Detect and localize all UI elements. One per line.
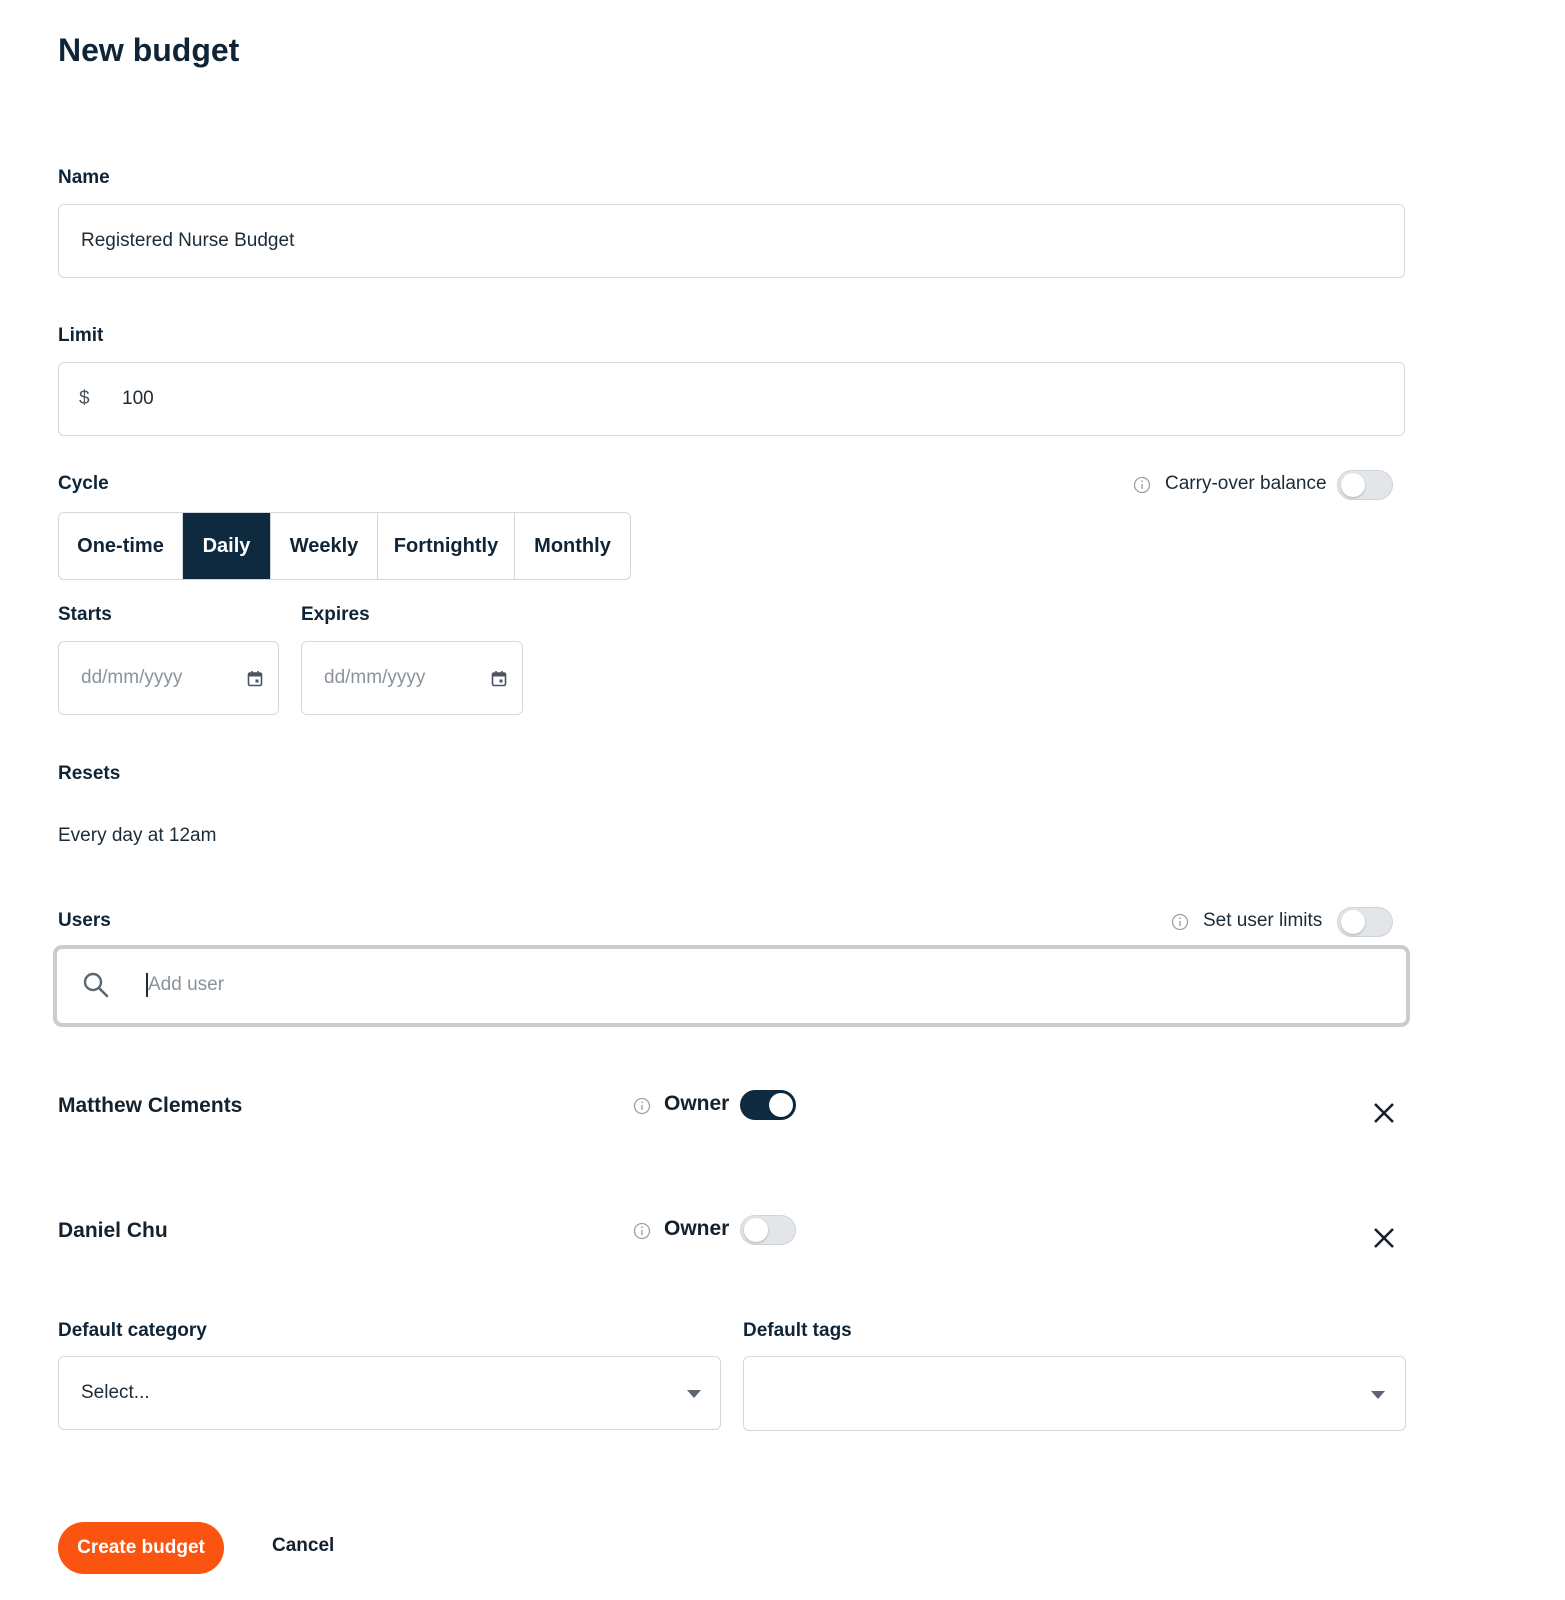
caret-down-icon xyxy=(687,1390,701,1398)
name-label: Name xyxy=(58,167,110,188)
name-input-value: Registered Nurse Budget xyxy=(81,230,295,251)
close-icon[interactable] xyxy=(1372,1226,1396,1250)
cycle-option-fortnightly[interactable]: Fortnightly xyxy=(378,513,515,579)
set-user-limits-label: Set user limits xyxy=(1203,910,1323,931)
carry-over-label: Carry-over balance xyxy=(1165,473,1327,494)
info-icon[interactable] xyxy=(633,1097,651,1115)
owner-label: Owner xyxy=(664,1217,730,1240)
user-search-placeholder: Add user xyxy=(148,974,225,995)
cycle-option-one-time[interactable]: One-time xyxy=(59,513,183,579)
starts-placeholder: dd/mm/yyyy xyxy=(81,667,183,688)
toggle-knob xyxy=(1341,473,1365,497)
user-name: Matthew Clements xyxy=(58,1094,243,1117)
cancel-button[interactable]: Cancel xyxy=(272,1535,334,1557)
default-tags-label: Default tags xyxy=(743,1320,852,1341)
info-icon[interactable] xyxy=(633,1222,651,1240)
expires-label: Expires xyxy=(301,604,370,625)
expires-date-input[interactable]: dd/mm/yyyy xyxy=(301,641,523,715)
caret-down-icon xyxy=(1371,1391,1385,1399)
cycle-option-weekly[interactable]: Weekly xyxy=(271,513,378,579)
cycle-option-daily[interactable]: Daily xyxy=(183,513,271,579)
currency-symbol: $ xyxy=(79,388,90,409)
starts-date-input[interactable]: dd/mm/yyyy xyxy=(58,641,279,715)
default-category-value: Select... xyxy=(81,1382,150,1403)
info-icon[interactable] xyxy=(1133,476,1151,494)
owner-toggle[interactable] xyxy=(740,1090,796,1120)
toggle-knob xyxy=(769,1093,793,1117)
limit-label: Limit xyxy=(58,325,104,346)
name-input[interactable]: Registered Nurse Budget xyxy=(58,204,1405,278)
starts-label: Starts xyxy=(58,604,112,625)
resets-value: Every day at 12am xyxy=(58,825,217,846)
carry-over-toggle[interactable] xyxy=(1337,470,1393,500)
set-user-limits-toggle[interactable] xyxy=(1337,907,1393,937)
calendar-icon[interactable] xyxy=(247,670,263,687)
expires-placeholder: dd/mm/yyyy xyxy=(324,667,426,688)
limit-input-value: 100 xyxy=(122,388,154,409)
cycle-option-monthly[interactable]: Monthly xyxy=(515,513,630,579)
default-category-label: Default category xyxy=(58,1320,207,1341)
default-tags-select[interactable] xyxy=(743,1356,1406,1431)
cycle-label: Cycle xyxy=(58,473,109,494)
create-budget-button[interactable]: Create budget xyxy=(58,1522,224,1574)
close-icon[interactable] xyxy=(1372,1101,1396,1125)
resets-label: Resets xyxy=(58,763,121,784)
owner-label: Owner xyxy=(664,1092,730,1115)
calendar-icon[interactable] xyxy=(491,670,507,687)
limit-input[interactable]: $ 100 xyxy=(58,362,1405,436)
toggle-knob xyxy=(744,1218,768,1242)
info-icon[interactable] xyxy=(1171,913,1189,931)
page-title: New budget xyxy=(58,32,240,68)
toggle-knob xyxy=(1341,910,1365,934)
owner-toggle[interactable] xyxy=(740,1215,796,1245)
user-name: Daniel Chu xyxy=(58,1219,168,1242)
search-icon xyxy=(83,972,109,998)
default-category-select[interactable]: Select... xyxy=(58,1356,721,1430)
cycle-segmented-control: One-time Daily Weekly Fortnightly Monthl… xyxy=(58,512,631,580)
user-search-input[interactable]: Add user xyxy=(53,945,1410,1027)
users-label: Users xyxy=(58,910,111,931)
